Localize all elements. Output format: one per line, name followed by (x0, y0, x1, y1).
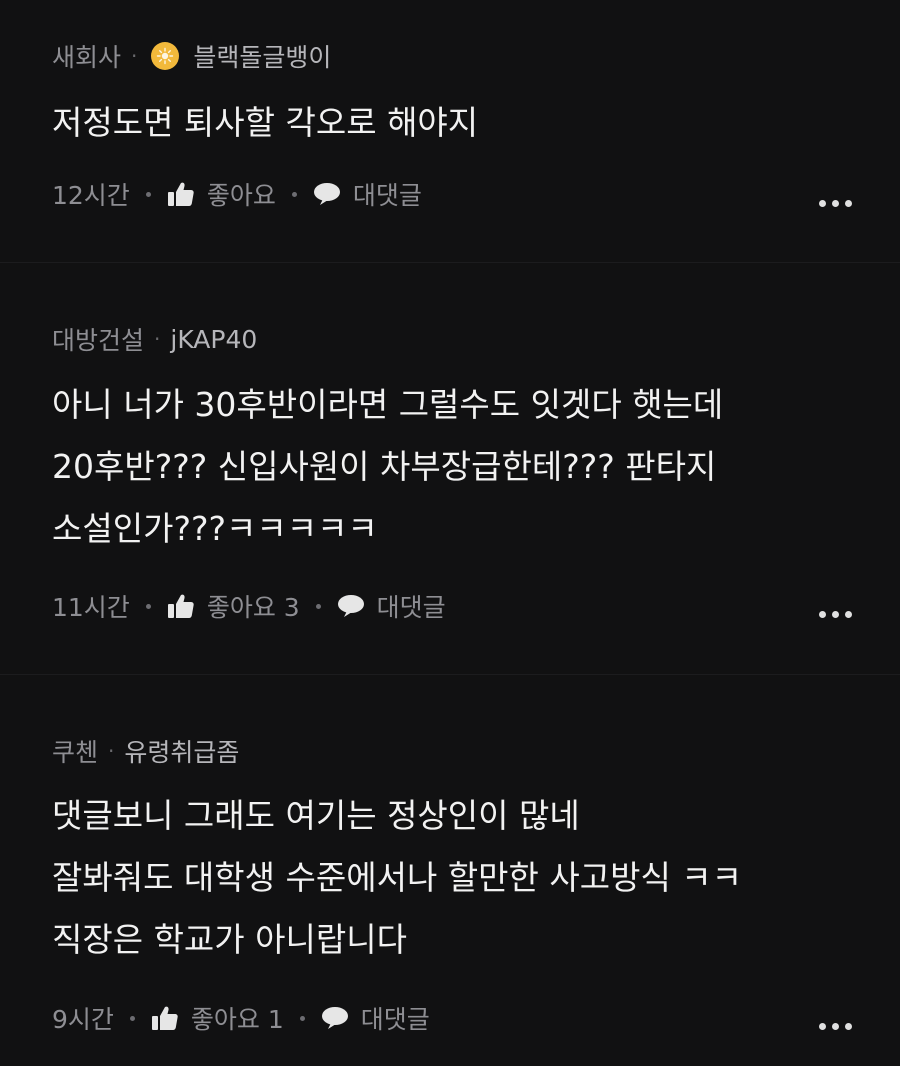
like-label: 좋아요 1 (190, 1005, 284, 1034)
author-nickname[interactable]: 유령취급좀 (124, 733, 239, 769)
more-dot (819, 1023, 826, 1030)
author-nickname[interactable]: jKAP40 (170, 325, 257, 354)
more-dot (832, 1023, 839, 1030)
like-label: 좋아요 3 (206, 593, 300, 622)
more-dot (845, 611, 852, 618)
comment-author-meta: 대방건설 · jKAP40 (52, 321, 257, 357)
speech-bubble-icon (321, 1007, 348, 1029)
meta-separator: · (154, 327, 161, 351)
thumbs-up-icon (167, 594, 194, 618)
comment-line: 잘봐줘도 대학생 수준에서나 할만한 사고방식 ㅋㅋ (52, 858, 743, 897)
like-button[interactable]: 좋아요 1 (151, 1000, 284, 1036)
reply-label: 대댓글 (376, 593, 446, 622)
action-separator (145, 603, 151, 609)
action-separator (291, 191, 297, 197)
comment-time: 11시간 (52, 593, 130, 622)
reply-button[interactable]: 대댓글 (321, 1000, 430, 1036)
comment-actions: 9시간 좋아요 1 대댓글 (52, 1000, 430, 1036)
comment-line: 20후반??? 신입사원이 차부장급한테??? 판타지 (52, 447, 717, 486)
more-dot (832, 611, 839, 618)
action-separator (299, 1015, 305, 1021)
author-nickname[interactable]: 블랙돌글뱅이 (193, 38, 331, 74)
more-dot (819, 611, 826, 618)
speech-bubble-icon (337, 595, 364, 617)
comment-body: 저정도면 퇴사할 각오로 해야지 (52, 92, 478, 154)
comment-author-meta: 새회사 · 블랙돌글뱅이 (52, 38, 331, 74)
action-separator (315, 603, 321, 609)
reply-button[interactable]: 대댓글 (313, 176, 422, 212)
comment-item: 새회사 · 블랙돌글뱅이 저정도면 퇴사할 각오로 해야지 12시간 좋아요 대… (0, 0, 900, 262)
thumbs-up-icon (167, 182, 194, 206)
comment-author-meta: 쿠첸 · 유령취급좀 (52, 733, 239, 769)
author-company: 새회사 (52, 43, 122, 72)
comment-line: 저정도면 퇴사할 각오로 해야지 (52, 103, 479, 142)
author-company: 쿠첸 (52, 738, 99, 767)
more-dot (832, 200, 839, 207)
comment-actions: 11시간 좋아요 3 대댓글 (52, 588, 446, 624)
more-dot (819, 200, 826, 207)
action-separator (145, 191, 151, 197)
reply-button[interactable]: 대댓글 (337, 588, 446, 624)
comment-line: 소설인가???ㅋㅋㅋㅋㅋ (52, 509, 378, 548)
like-label: 좋아요 (206, 181, 276, 210)
more-dots-icon[interactable] (819, 200, 852, 207)
comment-body: 아니 너가 30후반이라면 그럴수도 잇겟다 햇는데 20후반??? 신입사원이… (52, 374, 723, 560)
comment-item: 쿠첸 · 유령취급좀 댓글보니 그래도 여기는 정상인이 많네 잘봐줘도 대학생… (0, 675, 900, 1066)
comment-time: 12시간 (52, 181, 130, 210)
sun-badge-icon (151, 42, 180, 70)
comment-item: 대방건설 · jKAP40 아니 너가 30후반이라면 그럴수도 잇겟다 햇는데… (0, 263, 900, 673)
action-separator (129, 1015, 135, 1021)
more-dots-icon[interactable] (819, 611, 852, 618)
author-company: 대방건설 (52, 326, 145, 355)
comment-actions: 12시간 좋아요 대댓글 (52, 176, 422, 212)
more-dots-icon[interactable] (819, 1023, 852, 1030)
speech-bubble-icon (313, 183, 340, 205)
more-dot (845, 1023, 852, 1030)
comment-line: 직장은 학교가 아니랍니다 (52, 920, 407, 959)
meta-separator: · (131, 44, 138, 68)
comment-line: 아니 너가 30후반이라면 그럴수도 잇겟다 햇는데 (52, 385, 724, 424)
more-dot (845, 200, 852, 207)
reply-label: 대댓글 (360, 1005, 430, 1034)
like-button[interactable]: 좋아요 (167, 176, 276, 212)
comment-body: 댓글보니 그래도 여기는 정상인이 많네 잘봐줘도 대학생 수준에서나 할만한 … (52, 785, 742, 971)
comment-time: 9시간 (52, 1005, 114, 1034)
thumbs-up-icon (151, 1006, 178, 1030)
reply-label: 대댓글 (352, 181, 422, 210)
comment-line: 댓글보니 그래도 여기는 정상인이 많네 (52, 796, 580, 835)
like-button[interactable]: 좋아요 3 (167, 588, 300, 624)
meta-separator: · (108, 739, 115, 763)
